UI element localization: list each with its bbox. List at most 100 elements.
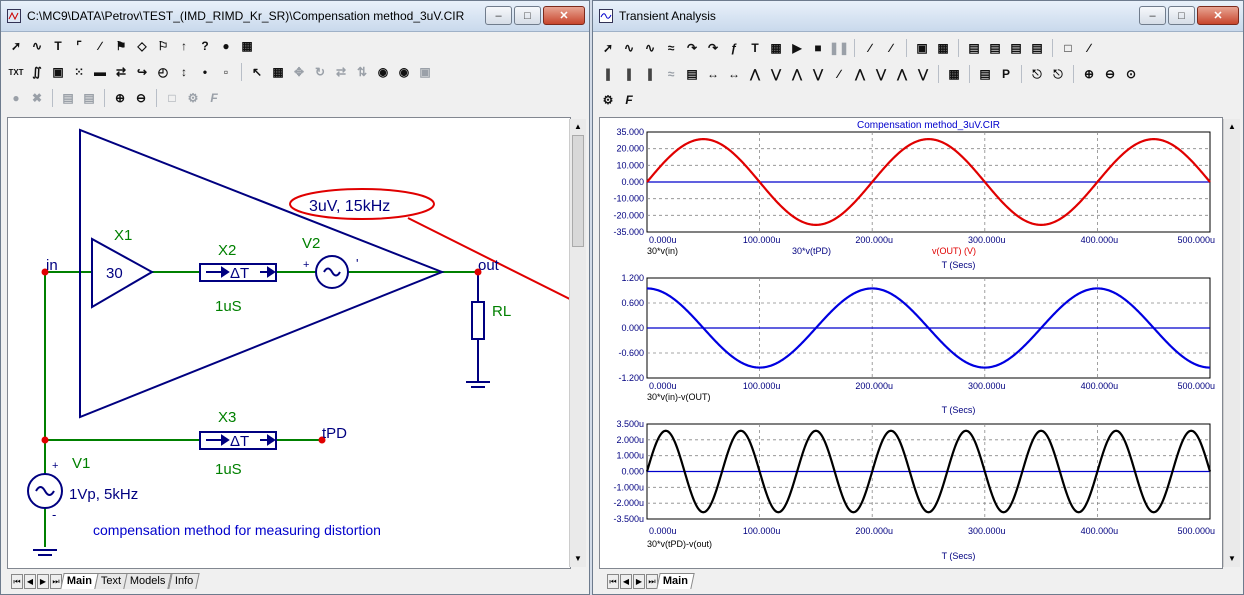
- point-icon[interactable]: ●: [217, 37, 235, 55]
- mirror-icon[interactable]: ⇅: [353, 63, 371, 81]
- schematic-canvas[interactable]: 3uV, 15kHz in out tPD X1 30 X2 ΔT 1uS X3…: [7, 117, 571, 569]
- frame-icon[interactable]: ▣: [913, 39, 931, 57]
- info-icon[interactable]: ↑: [175, 37, 193, 55]
- tab-first-icon[interactable]: ⏮: [607, 574, 619, 589]
- tab-info[interactable]: Info: [168, 573, 200, 589]
- peak-icon[interactable]: ∥: [599, 65, 617, 83]
- schematic-vertical-scrollbar[interactable]: ▲ ▼: [569, 119, 586, 567]
- tab-prev-icon[interactable]: ◀: [620, 574, 632, 589]
- folder-icon[interactable]: □: [163, 89, 181, 107]
- stop-icon[interactable]: ■: [809, 39, 827, 57]
- function-icon[interactable]: F: [620, 91, 638, 109]
- grid-3-icon[interactable]: ▤: [986, 39, 1004, 57]
- cancel-icon[interactable]: ✖: [28, 89, 46, 107]
- wave-icon[interactable]: ∿: [641, 39, 659, 57]
- graphics-icon[interactable]: ◇: [133, 37, 151, 55]
- tab-models[interactable]: Models: [123, 573, 173, 589]
- grid-4-icon[interactable]: ▤: [1007, 39, 1025, 57]
- line-icon[interactable]: ∕: [861, 39, 879, 57]
- maximize-button[interactable]: □: [1168, 6, 1195, 25]
- pin-icon[interactable]: ▣: [49, 63, 67, 81]
- copy-icon[interactable]: ▤: [59, 89, 77, 107]
- component-mode-icon[interactable]: ∿: [28, 37, 46, 55]
- current-icon[interactable]: ↪: [133, 63, 151, 81]
- zoom-in-icon[interactable]: ⊕: [1080, 65, 1098, 83]
- power-icon[interactable]: ◴: [154, 63, 172, 81]
- node-numbers-icon[interactable]: ▬: [91, 63, 109, 81]
- cursor-right-icon[interactable]: ↔: [725, 65, 743, 83]
- slash-icon[interactable]: ∕: [1080, 39, 1098, 57]
- show-text-icon[interactable]: TXT: [7, 63, 25, 81]
- p-key-icon[interactable]: P: [997, 65, 1015, 83]
- line-2-icon[interactable]: ∕: [882, 39, 900, 57]
- function-icon[interactable]: F: [205, 89, 223, 107]
- help-icon[interactable]: ?: [196, 37, 214, 55]
- zoom-out-icon[interactable]: ⊖: [132, 89, 150, 107]
- scroll-thumb[interactable]: [572, 135, 584, 247]
- select-arrow-icon[interactable]: ➚: [7, 37, 25, 55]
- table-icon[interactable]: ▤: [976, 65, 994, 83]
- find-icon[interactable]: ◉: [374, 63, 392, 81]
- scale-icon[interactable]: ∿: [620, 39, 638, 57]
- tag-2-icon[interactable]: ⎋: [1049, 65, 1067, 83]
- valley-icon[interactable]: ∥: [620, 65, 638, 83]
- presentation-icon[interactable]: ▣: [416, 63, 434, 81]
- properties-icon[interactable]: ▦: [238, 37, 256, 55]
- pause-icon[interactable]: ❚❚: [829, 39, 849, 57]
- select-arrow-icon[interactable]: ➚: [599, 39, 617, 57]
- schematic-titlebar[interactable]: C:\MC9\DATA\Petrov\TEST_(IMD_RIMD_Kr_SR)…: [1, 1, 589, 32]
- peaks-icon[interactable]: ⋀: [851, 65, 869, 83]
- tab-main[interactable]: Main: [60, 573, 99, 589]
- plot-canvas[interactable]: 35.000 20.000 10.000 0.000 -10.000 -20.000 -35…: [599, 117, 1223, 569]
- min-icon[interactable]: ⋁: [767, 65, 785, 83]
- attribute-icon[interactable]: ∬: [28, 63, 46, 81]
- valleys-2-icon[interactable]: ⋁: [914, 65, 932, 83]
- grid-icon[interactable]: ▦: [934, 39, 952, 57]
- border-icon[interactable]: ▫: [217, 63, 235, 81]
- cursor-left-icon[interactable]: ↔: [704, 65, 722, 83]
- tab-first-icon[interactable]: ⏮: [11, 574, 23, 589]
- transient-titlebar[interactable]: Transient Analysis – □ ✕: [593, 1, 1243, 32]
- curve-2-icon[interactable]: ↷: [704, 39, 722, 57]
- grid-2-icon[interactable]: ▤: [965, 39, 983, 57]
- max-icon[interactable]: ⋀: [746, 65, 764, 83]
- plot-icon[interactable]: ▤: [683, 65, 701, 83]
- close-button[interactable]: ✕: [1197, 6, 1239, 25]
- grid-5-icon[interactable]: ▤: [1028, 39, 1046, 57]
- diag-icon[interactable]: ∕: [830, 65, 848, 83]
- wire-mode-icon[interactable]: ⌜: [70, 37, 88, 55]
- condition-icon[interactable]: ↕: [175, 63, 193, 81]
- cursor-icon[interactable]: ↖: [248, 63, 266, 81]
- stop-icon[interactable]: ●: [7, 89, 25, 107]
- paste-icon[interactable]: ▤: [80, 89, 98, 107]
- zoom-in-icon[interactable]: ⊕: [111, 89, 129, 107]
- zoom-out-icon[interactable]: ⊖: [1101, 65, 1119, 83]
- flag-2-icon[interactable]: ⚐: [154, 37, 172, 55]
- fft-icon[interactable]: ƒ: [725, 39, 743, 57]
- data-points-icon[interactable]: ▦: [945, 65, 963, 83]
- flag-icon[interactable]: ⚑: [112, 37, 130, 55]
- tab-prev-icon[interactable]: ◀: [24, 574, 36, 589]
- diagonal-wire-icon[interactable]: ∕: [91, 37, 109, 55]
- min-2-icon[interactable]: ⋁: [809, 65, 827, 83]
- settings-icon[interactable]: ⚙: [599, 91, 617, 109]
- properties-icon[interactable]: ▦: [767, 39, 785, 57]
- tab-next-icon[interactable]: ▶: [633, 574, 645, 589]
- tab-next-icon[interactable]: ▶: [37, 574, 49, 589]
- minimize-button[interactable]: –: [485, 6, 512, 25]
- peaks-2-icon[interactable]: ⋀: [893, 65, 911, 83]
- move-icon[interactable]: ✥: [290, 63, 308, 81]
- rotate-icon[interactable]: ↻: [311, 63, 329, 81]
- plot-vertical-scrollbar[interactable]: ▲ ▼: [1223, 119, 1240, 567]
- max-2-icon[interactable]: ⋀: [788, 65, 806, 83]
- pin-connections-icon[interactable]: •: [196, 63, 214, 81]
- voltage-icon[interactable]: ⇄: [112, 63, 130, 81]
- binoculars-icon[interactable]: ◉: [395, 63, 413, 81]
- curve-icon[interactable]: ↷: [683, 39, 701, 57]
- flip-icon[interactable]: ⇄: [332, 63, 350, 81]
- box-icon[interactable]: □: [1059, 39, 1077, 57]
- wave-3-icon[interactable]: ≈: [662, 65, 680, 83]
- zoom-fit-icon[interactable]: ⊙: [1122, 65, 1140, 83]
- tab-main[interactable]: Main: [656, 573, 695, 589]
- tag-icon[interactable]: ⎋: [1028, 65, 1046, 83]
